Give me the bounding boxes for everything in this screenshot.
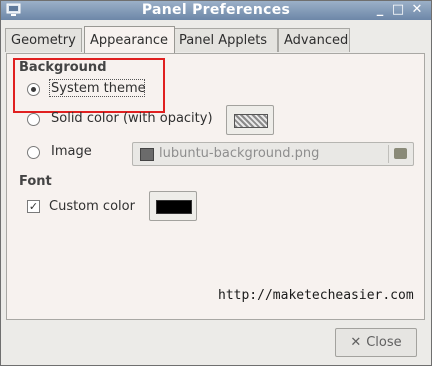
image-label[interactable]: Image <box>51 144 92 159</box>
watermark-url: http://maketecheasier.com <box>218 288 414 303</box>
font-section-label: Font <box>19 174 52 189</box>
system-theme-label[interactable]: System theme <box>51 81 146 96</box>
custom-color-checkbox[interactable]: ✓ <box>27 200 40 213</box>
solid-color-label[interactable]: Solid color (with opacity) <box>51 111 213 126</box>
custom-color-label[interactable]: Custom color <box>49 199 135 214</box>
background-section-label: Background <box>19 60 107 75</box>
close-button-label: Close <box>366 335 402 350</box>
window-close-button[interactable]: ✕ <box>409 2 425 18</box>
maximize-button[interactable]: □ <box>390 2 406 18</box>
panel-preferences-window: Panel Preferences _ □ ✕ Geometry Appeara… <box>0 0 432 366</box>
chooser-separator <box>388 145 389 163</box>
close-button[interactable]: ✕ Close <box>335 328 417 357</box>
folder-icon[interactable] <box>394 148 407 159</box>
image-file-chooser[interactable]: lubuntu-background.png <box>132 142 414 166</box>
font-color-swatch <box>156 200 192 214</box>
color-swatch <box>234 114 268 128</box>
close-icon: ✕ <box>350 335 362 350</box>
appearance-panel: Background System theme Solid color (wit… <box>6 53 425 320</box>
tab-panel-applets[interactable]: Panel Applets <box>173 28 278 52</box>
title-bar[interactable]: Panel Preferences _ □ ✕ <box>1 1 431 20</box>
font-color-button[interactable] <box>149 191 197 221</box>
image-radio[interactable] <box>27 146 40 159</box>
minimize-button[interactable]: _ <box>372 2 388 18</box>
system-theme-radio[interactable] <box>27 83 40 96</box>
tab-geometry[interactable]: Geometry <box>5 28 82 52</box>
image-file-name: lubuntu-background.png <box>159 146 320 161</box>
tab-advanced[interactable]: Advanced <box>278 28 350 52</box>
tab-appearance[interactable]: Appearance <box>84 26 175 53</box>
background-color-button[interactable] <box>226 105 274 135</box>
image-file-icon <box>140 148 154 161</box>
window-title: Panel Preferences <box>141 2 291 18</box>
solid-color-radio[interactable] <box>27 113 40 126</box>
